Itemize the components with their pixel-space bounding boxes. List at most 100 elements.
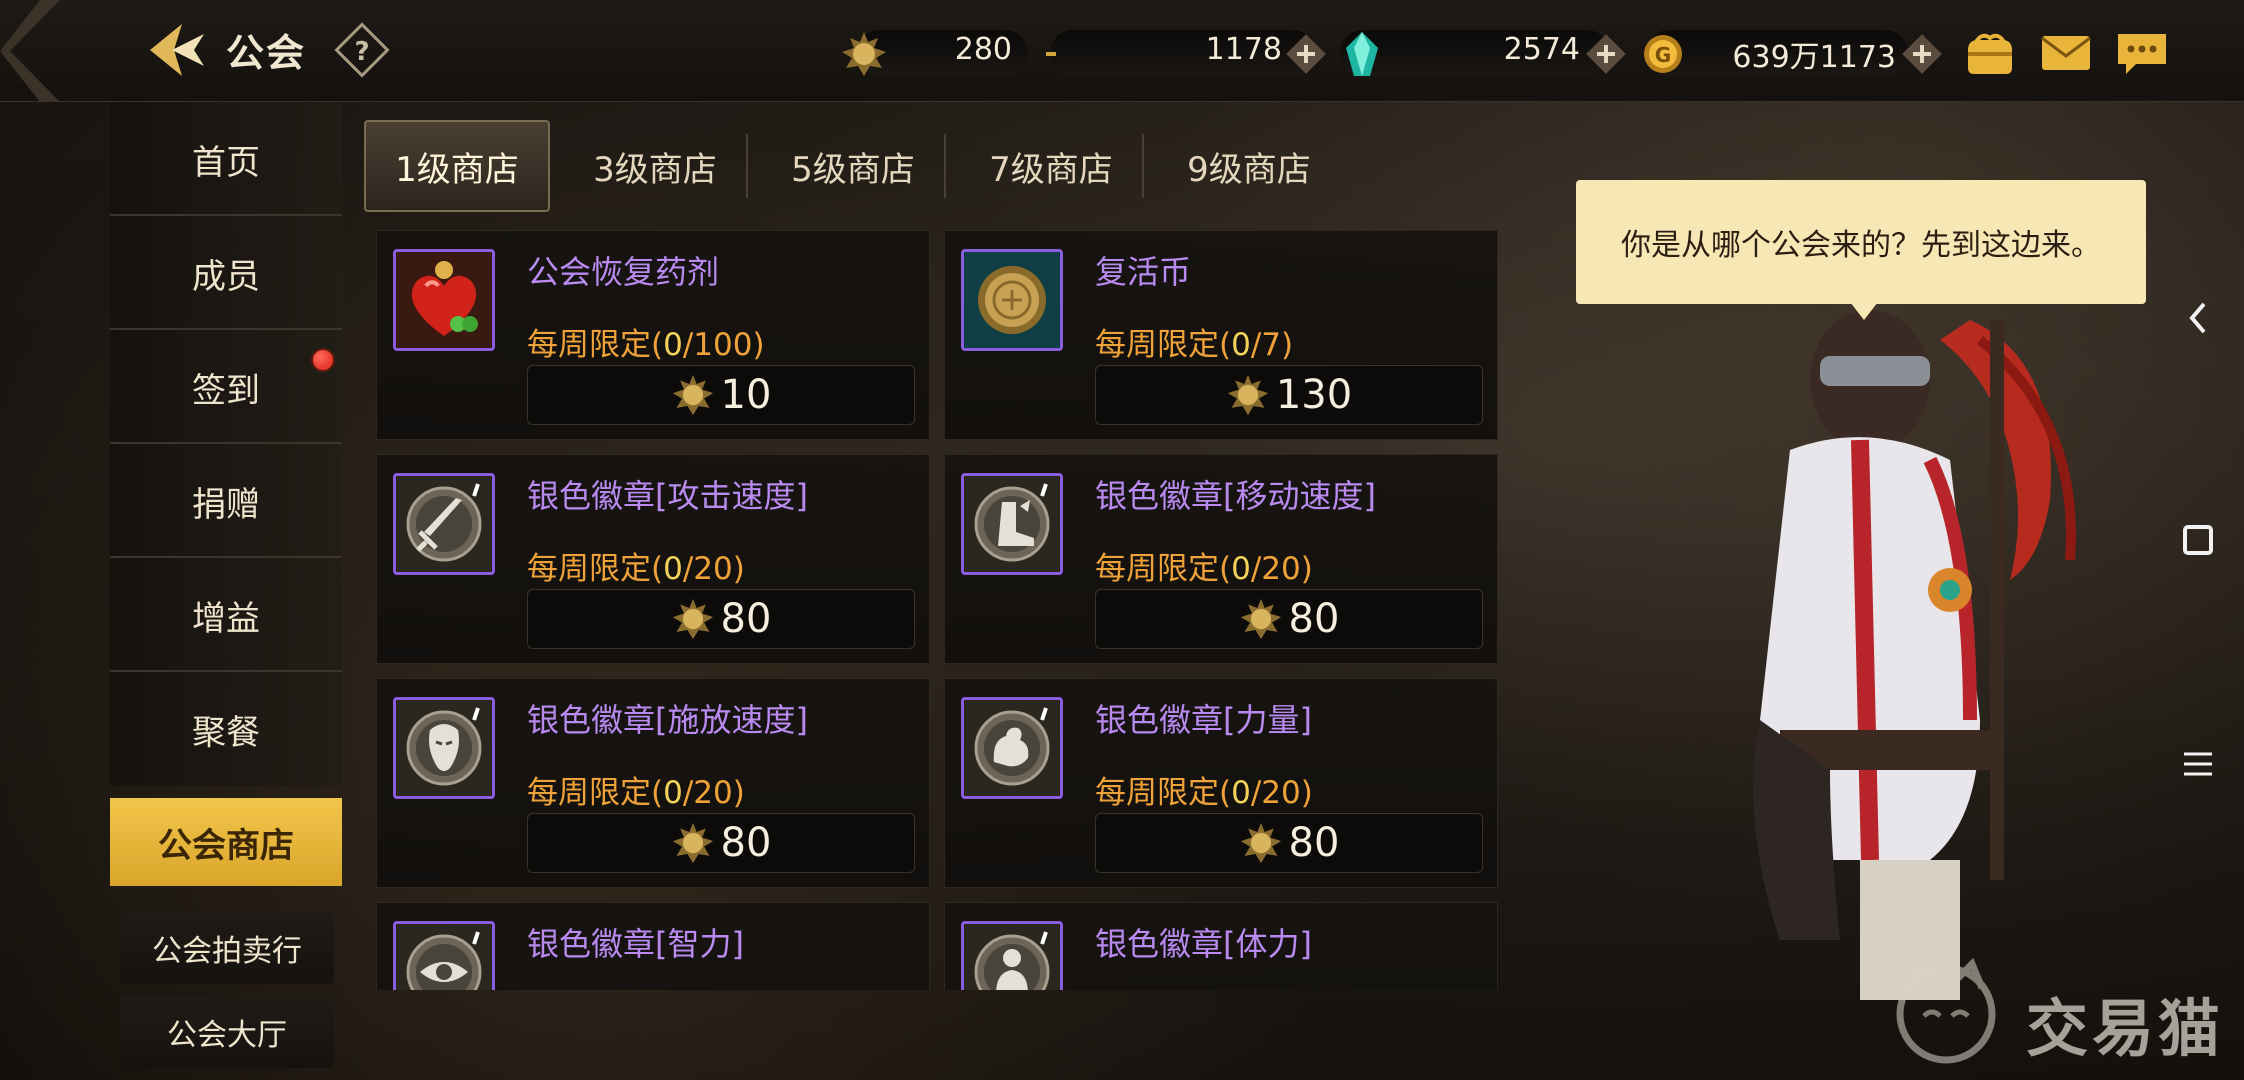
sidebar-item-guild-auction[interactable]: 公会拍卖行 [120,912,334,984]
price-button[interactable]: 10 [527,365,915,425]
item-name: 公会恢复药剂 [527,253,720,291]
limit-prefix: 每周限定( [1095,775,1232,811]
item-weekly-limit: 每周限定(0/20) [1095,767,1313,812]
shop-item-card[interactable]: 银色徽章[施放速度] 每周限定(0/20) 80 [376,678,930,888]
shop-item-card[interactable]: 银色徽章[智力] [376,902,930,990]
shop-item-card[interactable]: 复活币 每周限定(0/7) 130 [944,230,1498,440]
crescent-token-value: 1178 [1205,32,1282,67]
guild-coin-icon [1227,374,1268,416]
back-arrow-icon [150,24,204,76]
item-name: 复活币 [1095,253,1192,291]
limit-bought-count: 0 [663,775,683,811]
chat-icon[interactable] [2114,28,2170,78]
shop-item-card[interactable]: 银色徽章[移动速度] 每周限定(0/20) 80 [944,454,1498,664]
notification-dot [311,348,335,372]
back-button[interactable] [142,20,208,80]
help-button[interactable]: ? [334,22,390,78]
limit-bought-count: 0 [663,551,683,587]
item-name: 银色徽章[智力] [527,925,744,963]
guild-coin-icon [672,598,713,640]
sidebar-item-label: 公会商店 [158,825,294,866]
mail-icon[interactable] [2038,28,2094,78]
limit-prefix: 每周限定( [1095,551,1232,587]
item-icon-frame [961,249,1063,351]
npc-speech-text: 你是从哪个公会来的？先到这边来。 [1621,228,2101,263]
price-button[interactable]: 80 [1095,813,1483,873]
shop-item-card[interactable]: 银色徽章[体力] [944,902,1498,990]
gold-value: 639万1173 [1732,40,1896,75]
guild-coin-icon [1240,822,1281,864]
muscle-emblem-icon [964,700,1060,796]
item-icon-frame [961,473,1063,575]
limit-bought-count: 0 [1231,551,1251,587]
sidebar-item-guild-shop[interactable]: 公会商店 [110,798,342,886]
wallet-icon[interactable] [1962,28,2018,78]
shop-item-card[interactable]: 银色徽章[攻击速度] 每周限定(0/20) 80 [376,454,930,664]
sidebar-item-label: 公会拍卖行 [152,934,302,969]
price-button[interactable]: 80 [1095,589,1483,649]
limit-max: /20) [682,775,745,811]
sidebar-item-donate[interactable]: 捐赠 [110,444,342,558]
sidebar-item-guild-hall[interactable]: 公会大厅 [120,996,334,1068]
resurrection-coin-icon [964,252,1060,348]
sidebar-item-checkin[interactable]: 签到 [110,330,342,444]
sidebar-item-label: 签到 [192,370,260,411]
sidebar-item-label: 首页 [192,142,260,183]
sword-emblem-icon [396,476,492,572]
corner-decoration-icon [0,0,60,102]
guild-coin-icon [1240,598,1281,640]
tab-divider [944,134,946,198]
sidebar-item-label: 成员 [192,256,260,297]
sidebar-item-feast[interactable]: 聚餐 [110,672,342,786]
crescent-token-icon [1046,38,1072,70]
tab-level-3-shop[interactable]: 3级商店 [562,120,748,212]
npc-character-illustration [1753,310,2076,1000]
price-button[interactable]: 130 [1095,365,1483,425]
item-price: 80 [1288,820,1340,866]
shop-tab-bar: 1级商店 3级商店 5级商店 7级商店 9级商店 [344,102,1514,232]
sidebar-item-label: 增益 [192,598,260,639]
item-weekly-limit: 每周限定(0/100) [527,319,765,364]
sidebar-item-buff[interactable]: 增益 [110,558,342,672]
add-crescent-button[interactable] [1286,34,1326,74]
nav-back-icon[interactable] [2170,290,2226,346]
limit-prefix: 每周限定( [527,327,664,363]
add-crystal-button[interactable] [1586,34,1626,74]
item-name: 银色徽章[移动速度] [1095,477,1376,515]
sidebar-item-label: 聚餐 [192,712,260,753]
tab-divider [1142,134,1144,198]
tab-level-5-shop[interactable]: 5级商店 [760,120,946,212]
tab-level-9-shop[interactable]: 9级商店 [1156,120,1342,212]
shop-item-card[interactable]: 银色徽章[力量] 每周限定(0/20) 80 [944,678,1498,888]
limit-max: /20) [682,551,745,587]
page-title: 公会 [226,31,307,75]
limit-max: /20) [1250,775,1313,811]
limit-max: /100) [682,327,765,363]
face-emblem-icon [396,700,492,796]
sidebar-item-label: 捐赠 [192,484,260,525]
sidebar-item-members[interactable]: 成员 [110,216,342,330]
eye-emblem-icon [396,924,492,990]
svg-text:?: ? [354,37,369,67]
add-gold-button[interactable] [1902,34,1942,74]
item-weekly-limit: 每周限定(0/7) [1095,319,1293,364]
shop-item-card[interactable]: 公会恢复药剂 每周限定(0/100) 10 [376,230,930,440]
shop-item-grid: 公会恢复药剂 每周限定(0/100) 10 复活币 每周限定(0/7) 130 … [376,230,1498,990]
speech-bubble-tail [1850,302,1878,320]
tab-level-1-shop[interactable]: 1级商店 [364,120,550,212]
nav-home-icon[interactable] [2170,512,2226,568]
nav-menu-icon[interactable] [2170,736,2226,792]
crystal-icon [1346,32,1378,76]
svg-text:G: G [1655,43,1671,67]
sidebar-item-home[interactable]: 首页 [110,102,342,216]
limit-prefix: 每周限定( [1095,327,1232,363]
item-icon-frame [961,697,1063,799]
boot-emblem-icon [964,476,1060,572]
gold-coin-icon: G [1644,35,1682,73]
item-name: 银色徽章[力量] [1095,701,1312,739]
item-name: 银色徽章[施放速度] [527,701,808,739]
item-price: 80 [1288,596,1340,642]
tab-level-7-shop[interactable]: 7级商店 [958,120,1144,212]
price-button[interactable]: 80 [527,813,915,873]
price-button[interactable]: 80 [527,589,915,649]
